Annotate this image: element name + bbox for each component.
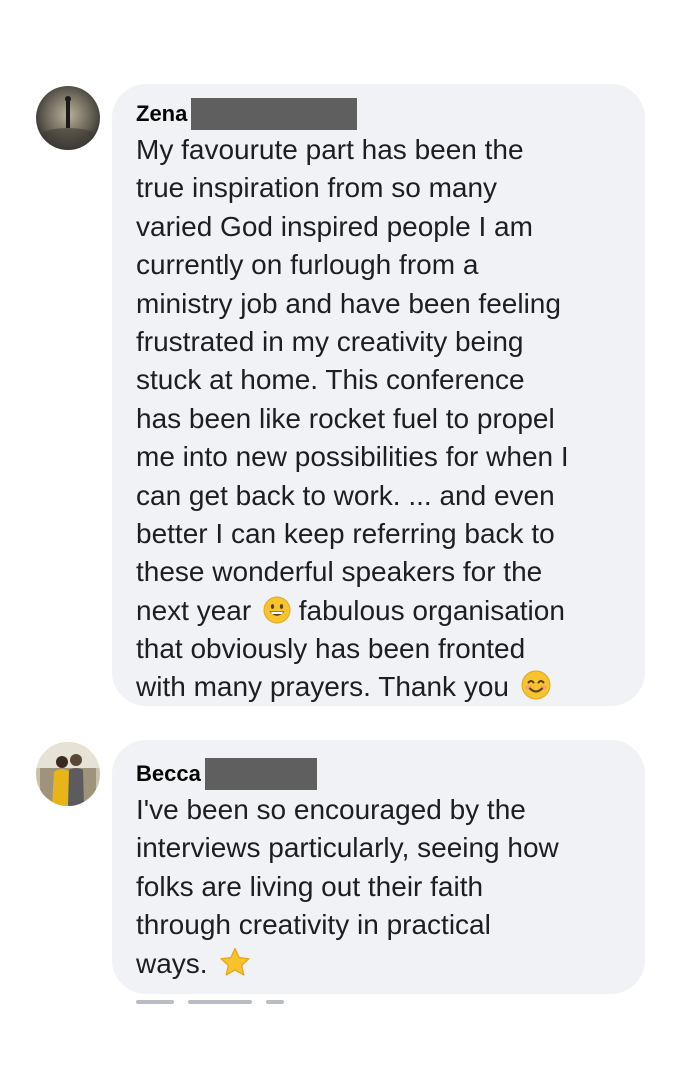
avatar-image [36, 86, 100, 150]
comment-line: has been like rocket fuel to propel [136, 402, 555, 434]
comment-bubble: Zena My favourute part has been the true… [112, 84, 645, 706]
comment-line: I've been so encouraged by the [136, 794, 526, 825]
cut-off-next-comment [136, 996, 376, 1006]
author-name[interactable]: Becca [136, 757, 201, 791]
avatar[interactable] [36, 742, 100, 806]
comment-text: I've been so encouraged by the interview… [136, 791, 645, 983]
comment-line: folks are living out their faith [136, 870, 484, 902]
comment-line: true inspiration from so many [136, 172, 498, 204]
author-name[interactable]: Zena [136, 97, 187, 131]
comment-bubble: Becca I've been so encouraged by the int… [112, 740, 645, 994]
avatar-image [36, 742, 100, 806]
comment-text: My favourute part has been the true insp… [136, 131, 645, 707]
comment-line: these wonderful speakers for the [136, 556, 543, 588]
grinning-face-emoji [263, 596, 291, 624]
comment-line-part: next year [136, 594, 252, 626]
star-emoji [219, 947, 251, 977]
comment-line: stuck at home. This conference [136, 364, 525, 396]
comment-line: next year fabulous organisation [136, 592, 645, 630]
comment-line: interviews particularly, seeing how [136, 832, 559, 864]
comment-line: better I can keep referring back to [136, 517, 555, 549]
comment-line: ministry job and have been feeling [136, 287, 561, 319]
redacted-surname [191, 98, 358, 130]
comment-line: can get back to work. ... and even [136, 479, 555, 511]
comment-line-part: fabulous organisation [298, 594, 565, 626]
comment-line-part: with many prayers. Thank you [136, 671, 509, 703]
redacted-surname [204, 758, 317, 790]
comment-line: My favourute part has been the [136, 134, 524, 165]
avatar[interactable] [36, 86, 100, 150]
comment-line: frustrated in my creativity being [136, 325, 524, 357]
comment-line: currently on furlough from a [136, 249, 479, 281]
comment-line: through creativity in practical [136, 909, 491, 941]
smiling-face-with-smiling-eyes-emoji [521, 670, 551, 700]
comment-line: that obviously has been fronted [136, 633, 526, 665]
comment-line: with many prayers. Thank you [136, 668, 645, 706]
comment-line: ways. [136, 945, 645, 983]
comment-line: me into new possibilities for when I [136, 441, 569, 473]
comments-page: Zena My favourute part has been the true… [0, 0, 680, 1080]
comment-line: varied God inspired people I am [136, 210, 533, 242]
comment-line-part: ways. [136, 947, 208, 979]
